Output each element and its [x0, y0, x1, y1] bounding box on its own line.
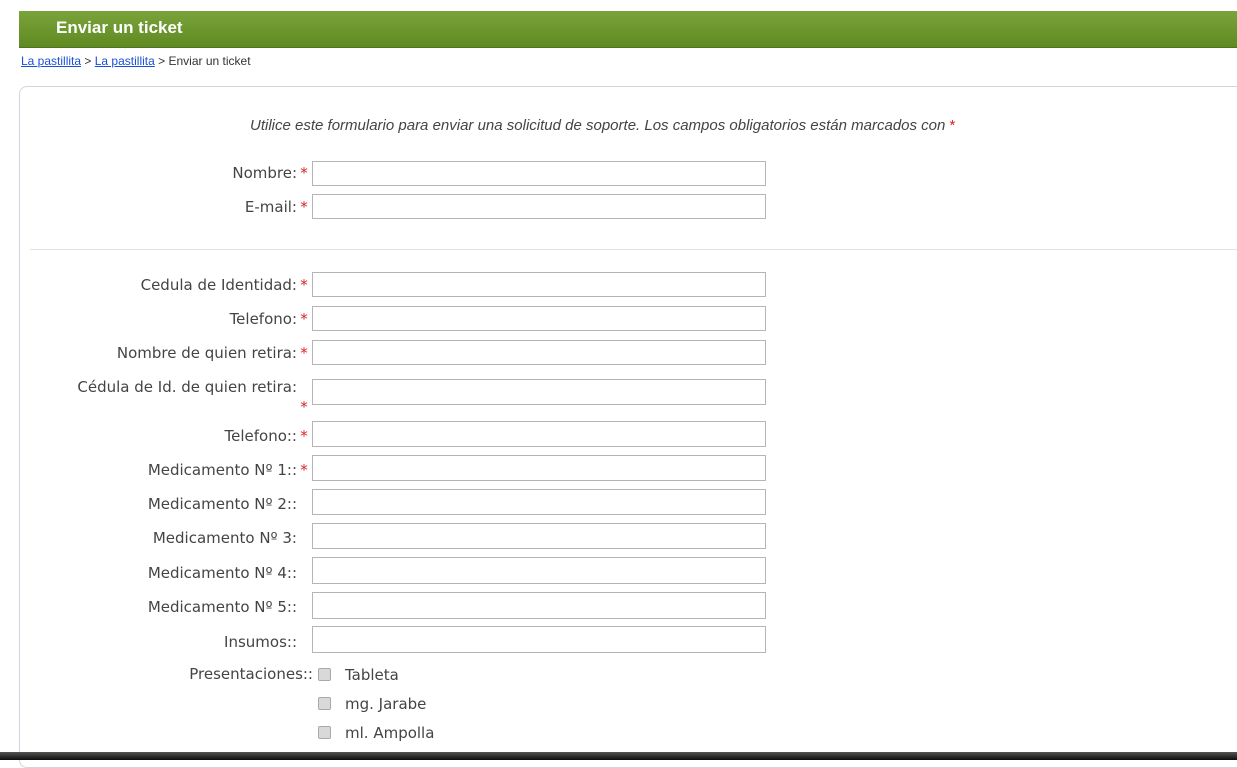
breadcrumb-current: Enviar un ticket — [168, 54, 251, 68]
nombre-label: Nombre: * — [232, 164, 308, 182]
email-field[interactable] — [312, 194, 766, 219]
telefono2-field[interactable] — [312, 421, 766, 447]
email-label: E-mail: * — [244, 198, 308, 216]
medicamento-2-label: Medicamento Nº 2:: — [147, 495, 297, 513]
required-marker: * — [300, 198, 308, 216]
medicamento-4-label: Medicamento Nº 4:: — [147, 564, 297, 582]
telefono-label: Telefono: * — [229, 310, 308, 328]
required-marker: * — [300, 276, 308, 294]
cedula-retira-field[interactable] — [312, 379, 766, 405]
presentacion-option-jarabe[interactable]: mg. Jarabe — [318, 695, 426, 713]
nombre-field[interactable] — [312, 161, 766, 186]
insumos-field[interactable] — [312, 626, 766, 653]
cedula-field[interactable] — [312, 272, 766, 297]
cedula-label: Cedula de Identidad: * — [140, 276, 308, 294]
nombre-retira-label: Nombre de quien retira: * — [116, 344, 308, 362]
medicamento-4-field[interactable] — [312, 557, 766, 584]
required-marker: * — [300, 164, 308, 182]
required-marker: * — [949, 117, 956, 134]
checkbox[interactable] — [318, 726, 331, 739]
required-marker: * — [300, 427, 308, 445]
required-marker: * — [300, 461, 308, 479]
medicamento-2-field[interactable] — [312, 489, 766, 515]
screenshot-bottom-edge — [0, 752, 1237, 760]
medicamento-3-label: Medicamento Nº 3: — [152, 529, 297, 547]
page-title: Enviar un ticket — [56, 18, 183, 37]
breadcrumb-separator: > — [84, 54, 92, 68]
checkbox[interactable] — [318, 668, 331, 681]
medicamento-1-label: Medicamento Nº 1:: * — [147, 461, 308, 479]
telefono2-label: Telefono:: * — [224, 427, 308, 445]
presentacion-option-tableta[interactable]: Tableta — [318, 666, 399, 684]
breadcrumb-link-section[interactable]: La pastillita — [95, 54, 155, 68]
checkbox[interactable] — [318, 697, 331, 710]
presentacion-option-ampolla[interactable]: ml. Ampolla — [318, 724, 434, 742]
medicamento-3-field[interactable] — [312, 523, 766, 549]
section-divider — [30, 249, 1237, 250]
medicamento-1-field[interactable] — [312, 455, 766, 481]
required-marker: * — [300, 398, 308, 416]
required-marker: * — [300, 344, 308, 362]
page-title-bar: Enviar un ticket — [19, 11, 1237, 48]
form-intro-text: Utilice este formulario para enviar una … — [250, 117, 956, 134]
breadcrumb-link-home[interactable]: La pastillita — [21, 54, 81, 68]
medicamento-5-field[interactable] — [312, 592, 766, 619]
insumos-label: Insumos:: — [224, 633, 297, 651]
breadcrumb-separator: > — [158, 54, 166, 68]
medicamento-5-label: Medicamento Nº 5:: — [147, 598, 297, 616]
cedula-retira-label: Cédula de Id. de quien retira: * — [77, 378, 308, 416]
telefono-field[interactable] — [312, 306, 766, 331]
breadcrumb: La pastillita > La pastillita > Enviar u… — [21, 54, 251, 68]
required-marker: * — [300, 310, 308, 328]
nombre-retira-field[interactable] — [312, 340, 766, 365]
presentaciones-label: Presentaciones:: — [189, 665, 313, 683]
